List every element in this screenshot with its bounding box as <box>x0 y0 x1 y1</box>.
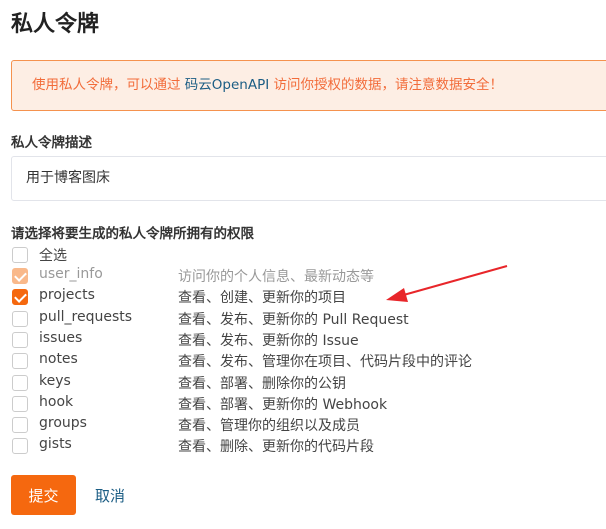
annotation-arrow <box>386 265 508 302</box>
